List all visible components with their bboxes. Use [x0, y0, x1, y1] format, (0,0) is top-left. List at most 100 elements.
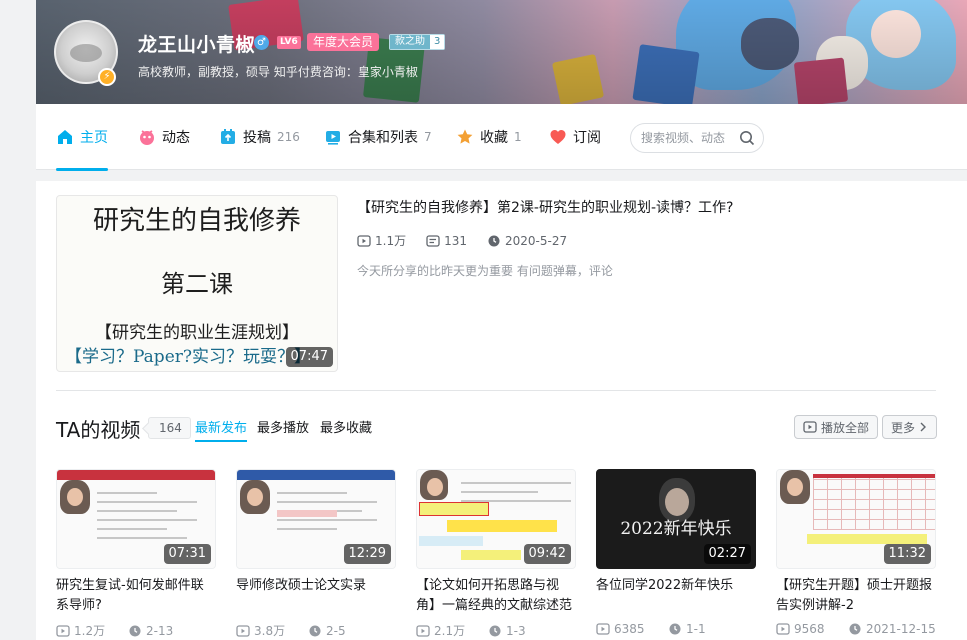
tab-subscriptions[interactable]: 订阅: [549, 104, 601, 170]
thumb-art: [97, 492, 197, 546]
thumb-art: [813, 474, 935, 530]
home-icon: [58, 130, 72, 144]
tab-label: 收藏: [480, 130, 508, 146]
chevron-right-icon: [920, 422, 927, 432]
thumb-art: [447, 520, 557, 532]
video-card[interactable]: 07:31 研究生复试-如何发邮件联系导师? 1.2万 2-13: [56, 469, 216, 639]
sort-most-played[interactable]: 最多播放: [257, 417, 309, 436]
video-card[interactable]: 09:42 【论文如何开拓思路与视角】一篇经典的文献综述范文 2.1万 1-3: [416, 469, 576, 639]
play-all-label: 播放全部: [821, 420, 870, 435]
thumb-art: [57, 470, 215, 480]
thumb-art: [780, 470, 810, 504]
play-count-icon: [236, 624, 250, 637]
fan-medal[interactable]: 款之助 3: [389, 34, 446, 50]
video-thumbnail[interactable]: 12:29: [236, 469, 396, 569]
video-card[interactable]: 12:29 导师修改硕士论文实录 3.8万 2-5: [236, 469, 396, 639]
level-badge[interactable]: LV6: [277, 36, 301, 49]
video-meta: 6385 1-1: [596, 622, 756, 636]
search-input[interactable]: [641, 124, 733, 152]
collection-icon: [326, 131, 340, 145]
tab-uploads[interactable]: 投稿 216: [219, 104, 300, 170]
featured-video-desc: 今天所分享的比昨天更为重要 有问题弹幕，评论: [357, 264, 613, 278]
video-duration: 12:29: [343, 544, 391, 564]
tab-label: 投稿: [243, 130, 271, 146]
video-duration: 11:32: [883, 544, 931, 564]
more-button[interactable]: 更多: [882, 415, 938, 439]
clock-icon: [849, 623, 861, 635]
thumb-art: [240, 480, 270, 514]
play-count-icon: [596, 623, 610, 635]
video-title[interactable]: 各位同学2022新年快乐: [596, 576, 756, 616]
play-count: 1.1万: [375, 234, 407, 248]
tab-collections[interactable]: 合集和列表 7: [324, 104, 432, 170]
video-thumbnail[interactable]: 09:42: [416, 469, 576, 569]
play-icon: [803, 421, 817, 433]
play-count-icon: [357, 234, 371, 247]
play-count-icon: [776, 623, 790, 635]
publish-date: 2-5: [326, 623, 346, 638]
thumb-art: [461, 550, 521, 560]
thumb-art: [60, 480, 90, 514]
tab-home[interactable]: 主页: [56, 104, 108, 171]
publish-date: 2020-5-27: [505, 233, 568, 248]
video-count-badge: 164: [148, 417, 191, 439]
thumb-text: 第二课: [161, 270, 233, 298]
video-thumbnail[interactable]: 11:32: [776, 469, 936, 569]
profile-banner: ⚡ 龙王山小青椒 ♂ LV6 年度大会员 款之助 3 高校教师，副教授，硕导 知…: [36, 0, 967, 104]
video-title[interactable]: 【研究生开题】硕士开题报告实例讲解-2: [776, 576, 936, 616]
video-thumbnail[interactable]: 07:31: [56, 469, 216, 569]
sort-latest[interactable]: 最新发布: [195, 417, 248, 442]
play-count: 9568: [794, 622, 825, 636]
sort-most-favorited[interactable]: 最多收藏: [320, 417, 372, 436]
verified-badge-icon: ⚡: [98, 68, 116, 86]
profile-nav: 主页 动态 投稿 216 合集和列表 7 收藏 1 订阅: [36, 104, 967, 171]
video-meta: 9568 2021-12-15: [776, 622, 936, 636]
thumb-text: 研究生的自我修养: [92, 206, 301, 236]
thumb-text: 【研究生的职业生涯规划】: [95, 323, 299, 343]
fan-medal-name: 款之助: [390, 35, 430, 49]
thumb-art: [420, 470, 448, 500]
play-count: 1.2万: [74, 624, 106, 638]
video-duration: 07:47: [285, 347, 333, 367]
video-card[interactable]: 11:32 【研究生开题】硕士开题报告实例讲解-2 9568 2021-12-1…: [776, 469, 936, 636]
vip-badge[interactable]: 年度大会员: [307, 33, 380, 51]
publish-date: 2-13: [146, 623, 174, 638]
play-count-icon: [416, 624, 430, 637]
thumb-text: 2022新年快乐: [620, 519, 732, 539]
more-label: 更多: [891, 420, 916, 435]
video-title[interactable]: 【论文如何开拓思路与视角】一篇经典的文献综述范文: [416, 576, 576, 616]
featured-video-thumbnail[interactable]: 研究生的自我修养 第二课 【研究生的职业生涯规划】 【学习？Paper?实习？玩…: [56, 195, 338, 372]
featured-video-title[interactable]: 【研究生的自我修养】第2课-研究生的职业规划-读博？工作?: [357, 197, 733, 217]
divider: [56, 390, 936, 391]
publish-date: 1-3: [506, 623, 526, 638]
user-signature: 高校教师，副教授，硕导 知乎付费咨询：皇家小青椒: [138, 65, 418, 79]
clock-icon: [669, 623, 681, 635]
tab-dynamic[interactable]: 动态: [138, 104, 190, 170]
dynamic-icon: [140, 130, 154, 145]
username[interactable]: 龙王山小青椒: [138, 30, 255, 57]
star-icon: [457, 129, 473, 144]
play-count: 2.1万: [434, 624, 466, 638]
section-title: TA的视频: [56, 418, 141, 442]
featured-video-meta: 1.1万 131 2020-5-27: [357, 232, 587, 249]
video-title[interactable]: 导师修改硕士论文实录: [236, 576, 396, 616]
video-meta: 2.1万 1-3: [416, 622, 576, 639]
video-duration: 09:42: [523, 544, 571, 564]
thumb-art: [807, 534, 927, 544]
search-icon[interactable]: [739, 130, 755, 146]
male-icon: ♂: [254, 35, 269, 50]
thumb-art: [665, 488, 689, 516]
heart-icon: [550, 130, 566, 144]
thumb-art: [277, 510, 337, 517]
play-all-button[interactable]: 播放全部: [794, 415, 879, 439]
play-count-icon: [56, 624, 70, 637]
tab-favorites[interactable]: 收藏 1: [456, 104, 522, 170]
video-duration: 07:31: [163, 544, 211, 564]
video-meta: 1.2万 2-13: [56, 622, 216, 639]
video-card[interactable]: 2022新年快乐 02:27 各位同学2022新年快乐 6385 1-1: [596, 469, 756, 636]
video-title[interactable]: 研究生复试-如何发邮件联系导师?: [56, 576, 216, 616]
search-box: [630, 123, 764, 153]
video-thumbnail[interactable]: 2022新年快乐 02:27: [596, 469, 756, 569]
thumb-art: [419, 536, 483, 546]
tab-label: 订阅: [573, 130, 601, 146]
